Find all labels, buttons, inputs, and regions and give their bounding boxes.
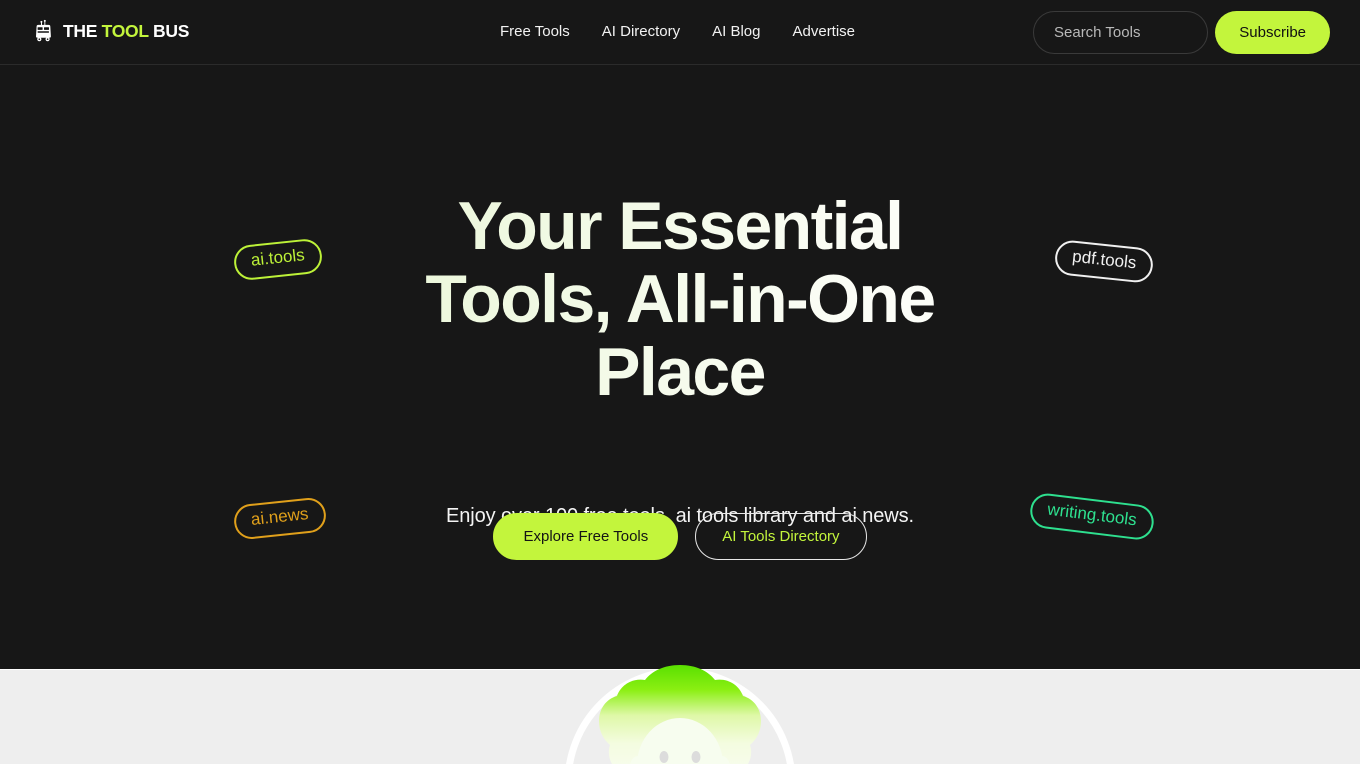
- hero-headline: Your Essential Tools, All-in-One Place: [0, 190, 1360, 409]
- search-container: [1033, 11, 1208, 54]
- nav-item-ai-directory[interactable]: AI Directory: [602, 22, 680, 42]
- search-input[interactable]: [1033, 11, 1208, 54]
- nav-item-advertise[interactable]: Advertise: [793, 22, 856, 42]
- logo-text-bus: BUS: [148, 21, 190, 42]
- lower-light-section: [0, 669, 1360, 764]
- logo-wordmark: THE TOOL BUS: [63, 23, 189, 41]
- logo-text-the: THE: [63, 21, 102, 42]
- hero-cta-row: Explore Free Tools AI Tools Directory: [0, 513, 1360, 560]
- bus-icon: [36, 19, 51, 42]
- nav-item-free-tools[interactable]: Free Tools: [500, 22, 570, 42]
- ai-tools-directory-button[interactable]: AI Tools Directory: [695, 513, 867, 560]
- logo-text-tool: TOOL: [101, 21, 149, 42]
- site-logo[interactable]: THE TOOL BUS: [33, 19, 189, 45]
- page-root: THE TOOL BUS Free Tools AI Directory AI …: [0, 0, 1360, 764]
- hero-section: ai.tools pdf.tools ai.news writing.tools…: [0, 65, 1360, 711]
- nav-item-ai-blog[interactable]: AI Blog: [712, 22, 760, 42]
- subscribe-button[interactable]: Subscribe: [1215, 11, 1330, 54]
- explore-free-tools-button[interactable]: Explore Free Tools: [493, 513, 679, 560]
- site-header: THE TOOL BUS Free Tools AI Directory AI …: [0, 0, 1360, 65]
- main-navigation: Free Tools AI Directory AI Blog Advertis…: [500, 22, 855, 42]
